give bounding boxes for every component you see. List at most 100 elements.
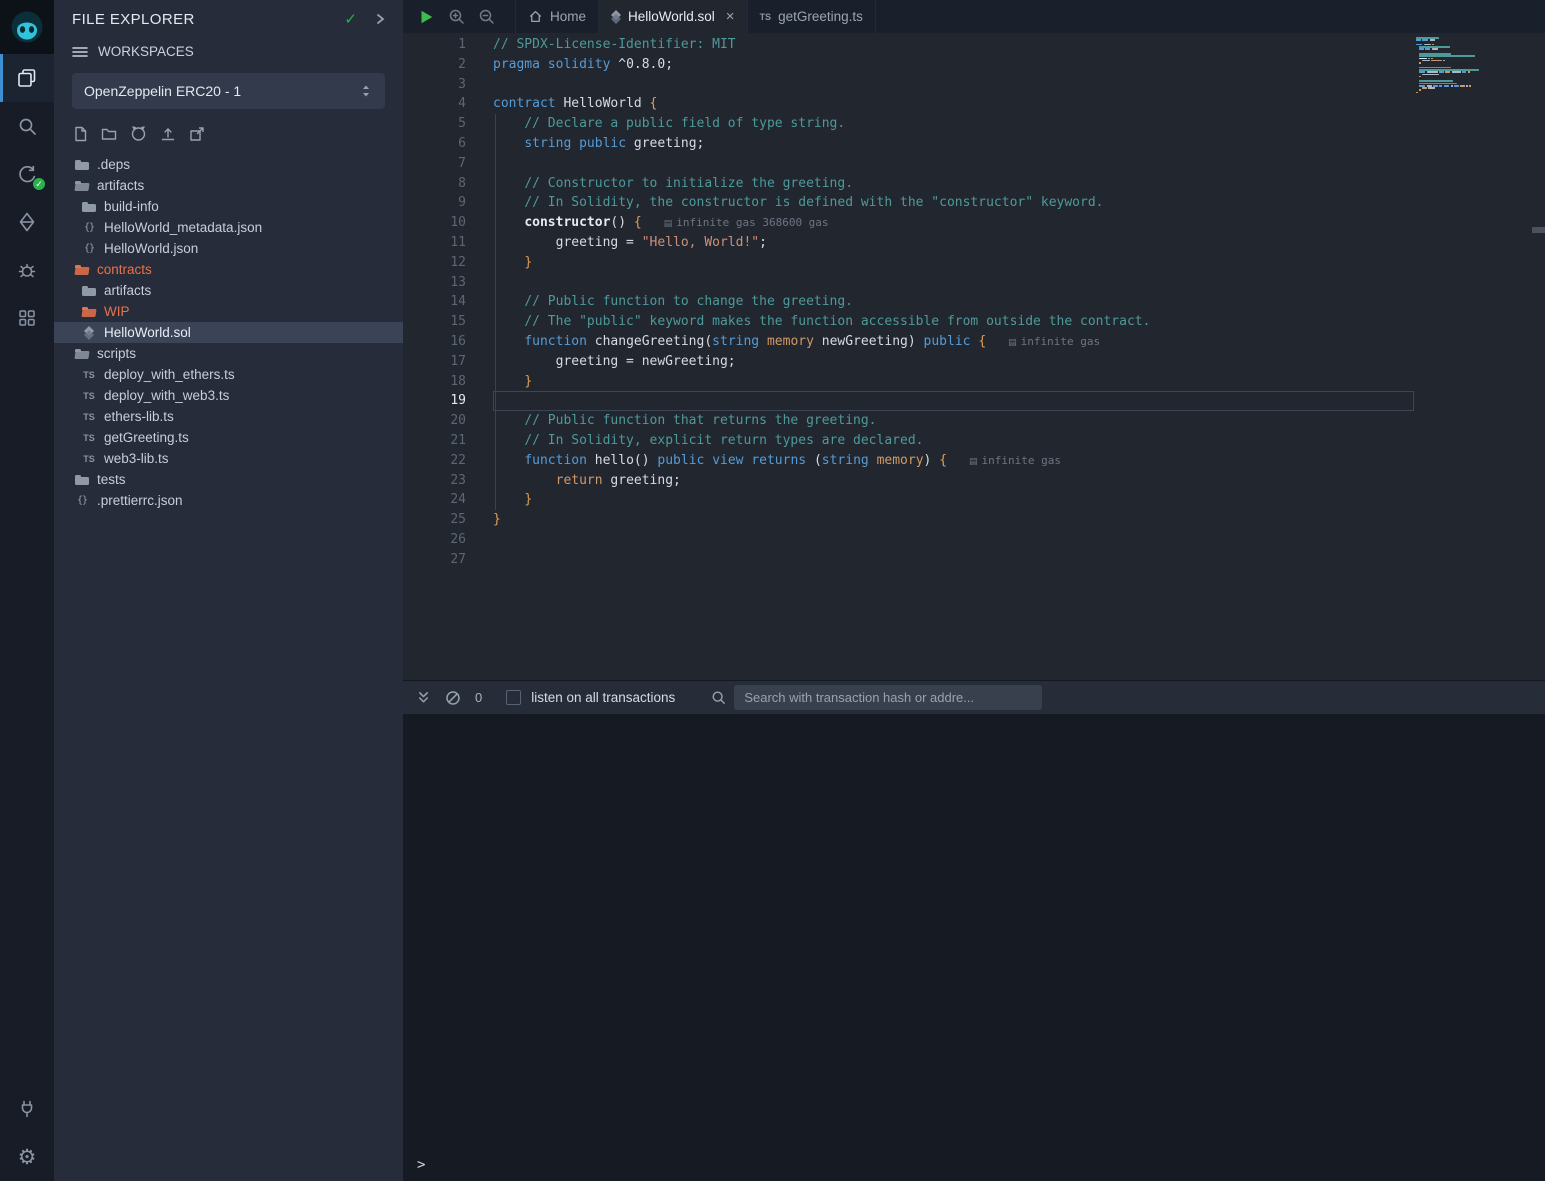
code-line-13[interactable] [493, 273, 1414, 293]
line-number[interactable]: 14 [403, 292, 493, 312]
code-line-21[interactable]: // In Solidity, explicit return types ar… [493, 431, 1414, 451]
code-line-23[interactable]: return greeting; [493, 471, 1414, 491]
search-icon[interactable] [0, 102, 54, 150]
publish-icon[interactable] [189, 126, 205, 142]
line-number[interactable]: 17 [403, 352, 493, 372]
tree-item-helloworld-json[interactable]: {}HelloWorld.json [54, 238, 403, 259]
tree-item-build-info[interactable]: build-info [54, 196, 403, 217]
tree-item-artifacts[interactable]: artifacts [54, 280, 403, 301]
zoom-in-icon[interactable] [441, 0, 471, 33]
tree-item-wip[interactable]: WIP [54, 301, 403, 322]
code-line-6[interactable]: string public greeting; [493, 134, 1414, 154]
code-line-25[interactable]: } [493, 510, 1414, 530]
line-number[interactable]: 18 [403, 372, 493, 392]
code-line-8[interactable]: // Constructor to initialize the greetin… [493, 174, 1414, 194]
line-number[interactable]: 6 [403, 134, 493, 154]
deploy-run-icon[interactable] [0, 198, 54, 246]
line-number[interactable]: 23 [403, 471, 493, 491]
new-file-icon[interactable] [72, 126, 88, 142]
zoom-out-icon[interactable] [471, 0, 501, 33]
expand-terminal-icon[interactable] [416, 690, 431, 705]
line-number[interactable]: 5 [403, 114, 493, 134]
tab-getgreeting-ts[interactable]: TS getGreeting.ts [748, 0, 876, 33]
plugin-manager-icon[interactable] [0, 294, 54, 342]
code-line-9[interactable]: // In Solidity, the constructor is defin… [493, 193, 1414, 213]
tree-item-deploy-with-ethers-ts[interactable]: TSdeploy_with_ethers.ts [54, 364, 403, 385]
minimap[interactable] [1416, 37, 1500, 99]
settings-icon[interactable]: ⚙ [0, 1133, 54, 1181]
line-number[interactable]: 21 [403, 431, 493, 451]
code-line-3[interactable] [493, 75, 1414, 95]
code-line-17[interactable]: greeting = newGreeting; [493, 352, 1414, 372]
tree-item-helloworld-metadata-json[interactable]: {}HelloWorld_metadata.json [54, 217, 403, 238]
line-number[interactable]: 25 [403, 510, 493, 530]
new-folder-icon[interactable] [101, 126, 117, 142]
tab-close-icon[interactable]: × [726, 9, 735, 24]
tree-item-web3-lib-ts[interactable]: TSweb3-lib.ts [54, 448, 403, 469]
line-number[interactable]: 24 [403, 490, 493, 510]
code-line-24[interactable]: } [493, 490, 1414, 510]
line-number[interactable]: 3 [403, 75, 493, 95]
line-number[interactable]: 1 [403, 35, 493, 55]
code-line-2[interactable]: pragma solidity ^0.8.0; [493, 55, 1414, 75]
code-line-4[interactable]: contract HelloWorld { [493, 94, 1414, 114]
tree-item-ethers-lib-ts[interactable]: TSethers-lib.ts [54, 406, 403, 427]
debugger-icon[interactable] [0, 246, 54, 294]
tree-item-scripts[interactable]: scripts [54, 343, 403, 364]
line-number[interactable]: 10 [403, 213, 493, 233]
validate-check-icon[interactable]: ✓ [344, 10, 357, 28]
chevron-right-icon[interactable] [373, 12, 387, 26]
file-explorer-icon[interactable] [0, 54, 54, 102]
editor-scrollbar[interactable] [1532, 33, 1545, 680]
tree-item-deps[interactable]: .deps [54, 154, 403, 175]
line-number[interactable]: 4 [403, 94, 493, 114]
code-line-18[interactable]: } [493, 372, 1414, 392]
upload-file-icon[interactable] [160, 126, 176, 142]
tree-item-deploy-with-web3-ts[interactable]: TSdeploy_with_web3.ts [54, 385, 403, 406]
code-line-19[interactable] [493, 391, 1414, 411]
tree-item-getgreeting-ts[interactable]: TSgetGreeting.ts [54, 427, 403, 448]
tree-item-contracts[interactable]: contracts [54, 259, 403, 280]
code-line-11[interactable]: greeting = "Hello, World!"; [493, 233, 1414, 253]
listen-transactions-checkbox[interactable] [506, 690, 521, 705]
scrollbar-thumb[interactable] [1532, 227, 1545, 233]
remix-logo[interactable] [0, 0, 54, 54]
solidity-compiler-icon[interactable]: ✓ [0, 150, 54, 198]
terminal-search-icon[interactable] [711, 690, 726, 705]
line-number[interactable]: 19 [403, 391, 493, 411]
tree-item-artifacts[interactable]: artifacts [54, 175, 403, 196]
code-area[interactable]: // SPDX-License-Identifier: MITpragma so… [493, 33, 1545, 680]
transaction-search-input[interactable] [734, 685, 1042, 710]
code-line-7[interactable] [493, 154, 1414, 174]
line-number[interactable]: 12 [403, 253, 493, 273]
code-line-10[interactable]: constructor() {▤infinite gas 368600 gas [493, 213, 1414, 233]
code-line-5[interactable]: // Declare a public field of type string… [493, 114, 1414, 134]
line-number[interactable]: 22 [403, 451, 493, 471]
line-number[interactable]: 11 [403, 233, 493, 253]
code-line-12[interactable]: } [493, 253, 1414, 273]
code-line-15[interactable]: // The "public" keyword makes the functi… [493, 312, 1414, 332]
tree-item-prettierrc-json[interactable]: {}.prettierrc.json [54, 490, 403, 511]
clone-repository-icon[interactable] [130, 125, 147, 142]
line-number[interactable]: 8 [403, 174, 493, 194]
hamburger-menu-icon[interactable] [72, 45, 88, 59]
plugin-connect-icon[interactable] [0, 1085, 54, 1133]
tree-item-tests[interactable]: tests [54, 469, 403, 490]
line-number[interactable]: 16 [403, 332, 493, 352]
line-number[interactable]: 9 [403, 193, 493, 213]
code-line-27[interactable] [493, 550, 1414, 570]
code-line-1[interactable]: // SPDX-License-Identifier: MIT [493, 35, 1414, 55]
line-number[interactable]: 26 [403, 530, 493, 550]
code-line-22[interactable]: function hello() public view returns (st… [493, 451, 1414, 471]
tab-helloworld-sol[interactable]: HelloWorld.sol × [599, 0, 748, 33]
clear-console-icon[interactable] [445, 690, 461, 706]
run-script-button[interactable] [411, 0, 441, 33]
line-number[interactable]: 15 [403, 312, 493, 332]
line-number[interactable]: 13 [403, 273, 493, 293]
code-line-16[interactable]: function changeGreeting(string memory ne… [493, 332, 1414, 352]
tree-item-helloworld-sol[interactable]: HelloWorld.sol [54, 322, 403, 343]
line-number[interactable]: 27 [403, 550, 493, 570]
code-line-26[interactable] [493, 530, 1414, 550]
workspace-select[interactable]: OpenZeppelin ERC20 - 1 [72, 73, 385, 109]
code-line-14[interactable]: // Public function to change the greetin… [493, 292, 1414, 312]
